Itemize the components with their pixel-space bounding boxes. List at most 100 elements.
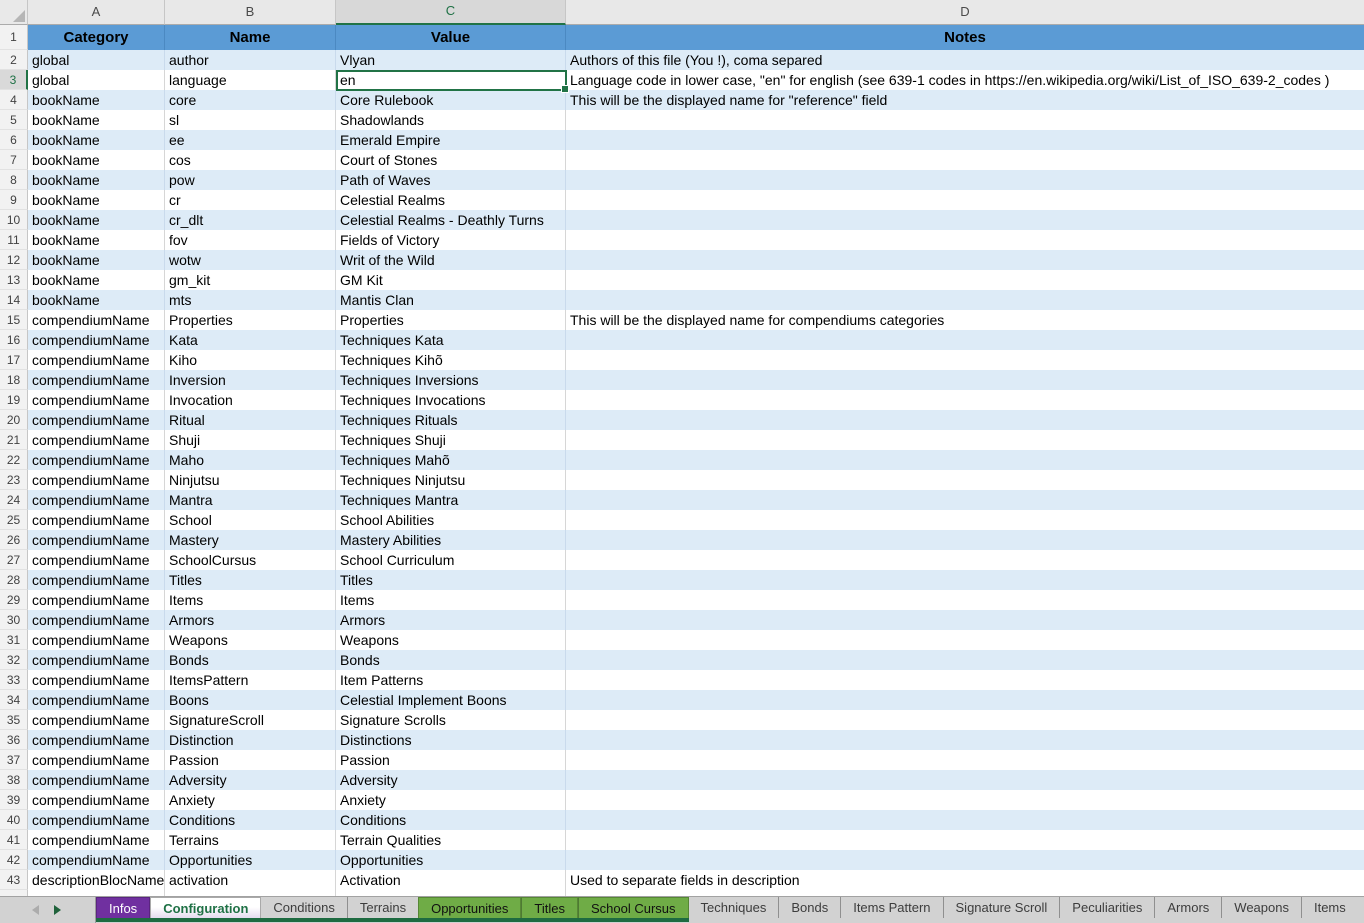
row-number[interactable]: 28 xyxy=(0,570,28,590)
cell-category[interactable]: compendiumName xyxy=(28,590,165,610)
cell-notes[interactable] xyxy=(566,590,1364,610)
cell-notes[interactable] xyxy=(566,210,1364,230)
cell-value[interactable]: Fields of Victory xyxy=(336,230,566,250)
cell-category[interactable]: compendiumName xyxy=(28,530,165,550)
cell-notes[interactable]: Language code in lower case, "en" for en… xyxy=(566,70,1364,90)
cell-value[interactable]: Techniques Kihõ xyxy=(336,350,566,370)
cell-value[interactable]: Writ of the Wild xyxy=(336,250,566,270)
cell-value[interactable]: Celestial Implement Boons xyxy=(336,690,566,710)
row-number[interactable]: 26 xyxy=(0,530,28,550)
sheet-tab-terrains[interactable]: Terrains xyxy=(347,897,418,918)
cell-value[interactable]: Vlyan xyxy=(336,50,566,70)
sheet-tab-infos[interactable]: Infos xyxy=(96,897,150,918)
cell-notes[interactable] xyxy=(566,130,1364,150)
cell-value[interactable]: Item Patterns xyxy=(336,670,566,690)
cell-value[interactable]: Conditions xyxy=(336,810,566,830)
cell-name[interactable]: SchoolCursus xyxy=(165,550,336,570)
cell-notes[interactable] xyxy=(566,750,1364,770)
cell-category[interactable]: compendiumName xyxy=(28,730,165,750)
cell-name[interactable]: Items xyxy=(165,590,336,610)
cell-value[interactable]: Techniques Shuji xyxy=(336,430,566,450)
cell-name[interactable]: sl xyxy=(165,110,336,130)
cell-category[interactable]: compendiumName xyxy=(28,470,165,490)
cell-name[interactable]: language xyxy=(165,70,336,90)
row-number[interactable]: 5 xyxy=(0,110,28,130)
cell-value[interactable]: Celestial Realms - Deathly Turns xyxy=(336,210,566,230)
cell-category[interactable]: compendiumName xyxy=(28,770,165,790)
row-number[interactable]: 27 xyxy=(0,550,28,570)
cell-name[interactable]: gm_kit xyxy=(165,270,336,290)
cell-category[interactable]: bookName xyxy=(28,230,165,250)
cell-name[interactable]: ItemsPattern xyxy=(165,670,336,690)
cell-name[interactable]: School xyxy=(165,510,336,530)
cell-name[interactable]: Ninjutsu xyxy=(165,470,336,490)
cell-notes[interactable] xyxy=(566,450,1364,470)
cell-notes[interactable] xyxy=(566,270,1364,290)
cell-value[interactable]: Shadowlands xyxy=(336,110,566,130)
cell-value[interactable]: Techniques Ninjutsu xyxy=(336,470,566,490)
cell-notes[interactable]: This will be the displayed name for "ref… xyxy=(566,90,1364,110)
row-number[interactable]: 41 xyxy=(0,830,28,850)
cell-value[interactable]: School Curriculum xyxy=(336,550,566,570)
select-all-button[interactable] xyxy=(0,0,28,25)
cell-value[interactable]: Path of Waves xyxy=(336,170,566,190)
cell-notes[interactable] xyxy=(566,630,1364,650)
cell-notes[interactable] xyxy=(566,490,1364,510)
cell-notes[interactable] xyxy=(566,390,1364,410)
sheet-tab-weapons[interactable]: Weapons xyxy=(1221,897,1301,918)
row-number[interactable]: 39 xyxy=(0,790,28,810)
cell-category[interactable]: compendiumName xyxy=(28,490,165,510)
cell-value[interactable]: Techniques Kata xyxy=(336,330,566,350)
cell-value[interactable]: Passion xyxy=(336,750,566,770)
row-number[interactable]: 13 xyxy=(0,270,28,290)
row-number[interactable]: 15 xyxy=(0,310,28,330)
cell-name[interactable]: Terrains xyxy=(165,830,336,850)
cell-category[interactable]: compendiumName xyxy=(28,570,165,590)
row-number[interactable]: 1 xyxy=(0,25,28,50)
cell-value[interactable]: Mantis Clan xyxy=(336,290,566,310)
row-number[interactable]: 10 xyxy=(0,210,28,230)
cell-category[interactable]: compendiumName xyxy=(28,830,165,850)
cell-category[interactable]: bookName xyxy=(28,210,165,230)
row-number[interactable]: 22 xyxy=(0,450,28,470)
cell-name[interactable]: Opportunities xyxy=(165,850,336,870)
column-header-b[interactable]: B xyxy=(165,0,336,25)
cell-category[interactable]: compendiumName xyxy=(28,650,165,670)
cell-value[interactable]: Techniques Rituals xyxy=(336,410,566,430)
cell-value[interactable]: Distinctions xyxy=(336,730,566,750)
cell-category[interactable]: compendiumName xyxy=(28,690,165,710)
cell-name[interactable]: Mantra xyxy=(165,490,336,510)
cell-notes[interactable] xyxy=(566,650,1364,670)
row-number[interactable]: 24 xyxy=(0,490,28,510)
row-number[interactable]: 43 xyxy=(0,870,28,890)
cell-category[interactable]: compendiumName xyxy=(28,410,165,430)
cell-category[interactable]: bookName xyxy=(28,170,165,190)
row-number[interactable]: 23 xyxy=(0,470,28,490)
row-number[interactable]: 32 xyxy=(0,650,28,670)
sheet-tab-peculiarities[interactable]: Peculiarities xyxy=(1059,897,1154,918)
fill-handle-icon[interactable] xyxy=(561,85,569,93)
cell-category[interactable]: bookName xyxy=(28,190,165,210)
sheet-tab-conditions[interactable]: Conditions xyxy=(261,897,346,918)
cell-name[interactable]: Weapons xyxy=(165,630,336,650)
cell-name[interactable]: Shuji xyxy=(165,430,336,450)
cell-value[interactable]: Techniques Invocations xyxy=(336,390,566,410)
cell-category[interactable]: bookName xyxy=(28,250,165,270)
cell-name[interactable]: Ritual xyxy=(165,410,336,430)
cell-value[interactable]: Core Rulebook xyxy=(336,90,566,110)
cell-notes[interactable] xyxy=(566,150,1364,170)
cell-category[interactable]: compendiumName xyxy=(28,350,165,370)
sheet-prev-arrow-icon[interactable] xyxy=(32,905,39,915)
cell-notes[interactable] xyxy=(566,710,1364,730)
row-number[interactable]: 3 xyxy=(0,70,28,90)
sheet-tab-armors[interactable]: Armors xyxy=(1154,897,1221,918)
cell-category[interactable]: compendiumName xyxy=(28,330,165,350)
cell-value[interactable]: Opportunities xyxy=(336,850,566,870)
column-header-d[interactable]: D xyxy=(566,0,1364,25)
cell-category[interactable]: compendiumName xyxy=(28,430,165,450)
cell-name[interactable]: Bonds xyxy=(165,650,336,670)
cell-value[interactable]: Techniques Mantra xyxy=(336,490,566,510)
cell-notes[interactable] xyxy=(566,690,1364,710)
cell-category[interactable]: bookName xyxy=(28,130,165,150)
cell-name[interactable]: Distinction xyxy=(165,730,336,750)
